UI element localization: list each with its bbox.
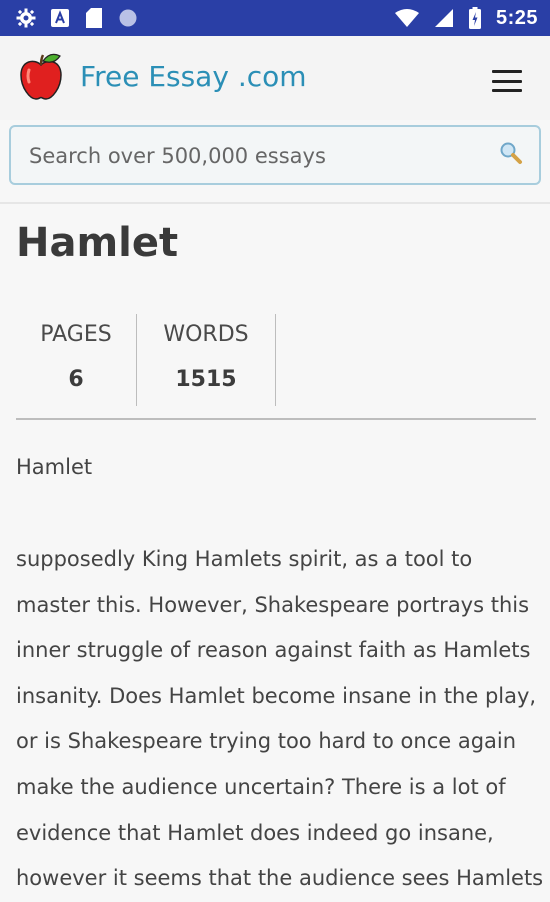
circle-icon bbox=[118, 8, 138, 28]
words-value: 1515 bbox=[175, 367, 237, 392]
hamburger-menu-icon[interactable] bbox=[492, 70, 522, 92]
menu-line bbox=[492, 70, 522, 73]
content-divider bbox=[16, 418, 536, 420]
essay-body: supposedly King Hamlets spirit, as a too… bbox=[16, 547, 544, 891]
wifi-icon bbox=[394, 8, 420, 28]
battery-icon bbox=[468, 7, 482, 29]
menu-line bbox=[492, 89, 522, 92]
status-bar-right: 5:25 bbox=[394, 7, 538, 30]
pages-value: 6 bbox=[68, 367, 84, 392]
brand-name[interactable]: Free Essay .com bbox=[80, 60, 307, 93]
signal-icon bbox=[434, 8, 454, 28]
search-bar bbox=[9, 125, 541, 185]
sd-card-icon bbox=[84, 8, 104, 28]
a-icon bbox=[50, 8, 70, 28]
status-bar-left bbox=[16, 8, 138, 28]
essay-title: Hamlet bbox=[16, 220, 179, 266]
words-label: WORDS bbox=[163, 322, 249, 347]
header-divider bbox=[0, 202, 550, 204]
essay-stats: PAGES 6 WORDS 1515 bbox=[16, 314, 276, 406]
apple-logo-icon[interactable] bbox=[16, 52, 66, 102]
menu-line bbox=[492, 79, 522, 83]
words-stat: WORDS 1515 bbox=[137, 314, 276, 406]
app-header: Free Essay .com bbox=[0, 36, 550, 120]
search-icon[interactable] bbox=[499, 141, 523, 165]
status-time: 5:25 bbox=[495, 6, 538, 29]
status-bar: 5:25 bbox=[0, 0, 550, 36]
gear-icon bbox=[16, 8, 36, 28]
pages-stat: PAGES 6 bbox=[16, 314, 137, 406]
pages-label: PAGES bbox=[40, 322, 112, 347]
search-input[interactable] bbox=[27, 127, 491, 185]
essay-heading: Hamlet bbox=[16, 455, 93, 479]
